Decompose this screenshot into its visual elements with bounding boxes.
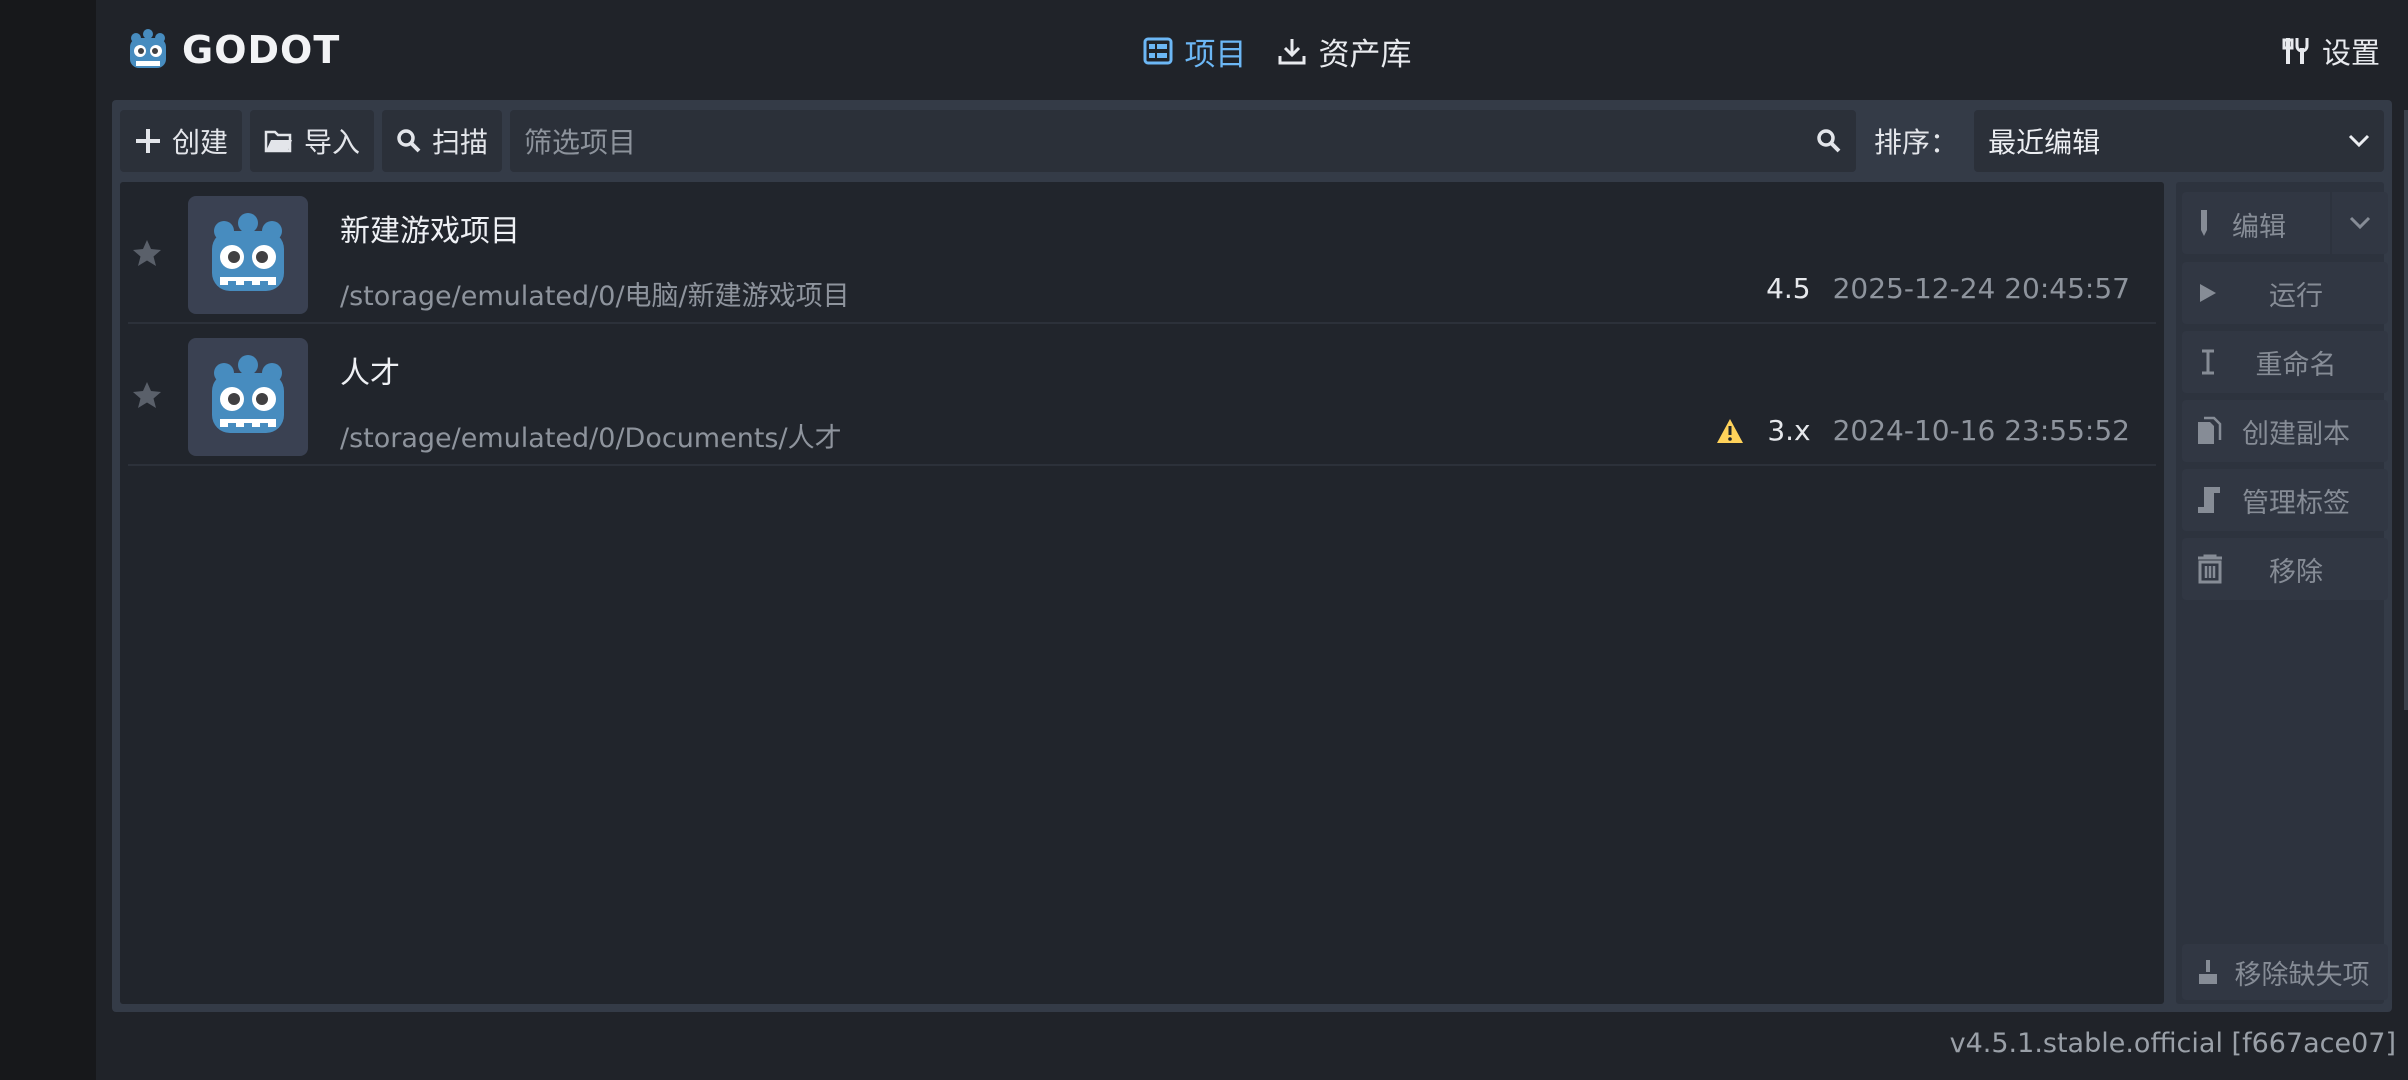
version-label: v4.5.1.stable.official [f667ace07]: [1949, 1028, 2396, 1059]
run-label: 运行: [2269, 280, 2323, 312]
download-icon: [1278, 39, 1305, 65]
tab-projects[interactable]: 项目: [1143, 29, 1247, 74]
search-icon: [397, 129, 421, 153]
project-version: 4.5: [1766, 272, 1811, 305]
sort-select[interactable]: 最近编辑: [1974, 110, 2384, 172]
manage-tags-label: 管理标签: [2242, 487, 2350, 519]
create-label: 创建: [172, 126, 229, 159]
warning-icon: [1717, 418, 1744, 443]
scan-button[interactable]: 扫描: [382, 110, 503, 172]
plus-icon: [136, 129, 160, 153]
rename-button[interactable]: 重命名: [2182, 331, 2388, 393]
project-name: 人才: [340, 356, 400, 391]
manage-tags-button[interactable]: 管理标签: [2182, 469, 2388, 531]
run-button[interactable]: 运行: [2182, 262, 2388, 324]
import-button[interactable]: 导入: [250, 110, 375, 172]
project-list: 新建游戏项目 /storage/emulated/0/电脑/新建游戏项目 4.5…: [120, 182, 2164, 1004]
list-item[interactable]: 新建游戏项目 /storage/emulated/0/电脑/新建游戏项目 4.5…: [128, 182, 2156, 324]
duplicate-label: 创建副本: [2242, 418, 2350, 450]
project-actions-sidebar: 编辑 运行 重命名 创建副本 管理标签 移除 移除缺失项: [2176, 182, 2388, 1004]
tab-asset-library[interactable]: 资产库: [1277, 29, 1412, 74]
edit-label: 编辑: [2232, 212, 2286, 243]
project-icon: [188, 338, 308, 456]
godot-icon: [212, 213, 284, 291]
tab-projects-label: 项目: [1184, 36, 1247, 73]
filter-placeholder: 筛选项目: [524, 126, 637, 159]
folder-icon: [264, 130, 293, 153]
edit-button[interactable]: 编辑: [2182, 192, 2330, 254]
project-meta: 4.5 2025-12-24 20:45:57: [1766, 272, 2130, 305]
sort-value: 最近编辑: [1988, 126, 2101, 159]
remove-label: 移除: [2269, 556, 2323, 588]
project-date: 2025-12-24 20:45:57: [1832, 272, 2130, 305]
search-icon: [1817, 129, 1841, 153]
left-margin: [0, 0, 96, 1080]
main-tabs: 项目 资产库: [96, 26, 2408, 76]
projects-panel: 创建 导入 扫描 筛选项目 排序： 最近编辑 新建游戏项目 /storage/e…: [112, 100, 2392, 1012]
project-manager: GODOT 项目 资产库 设置 创建 导入 扫描 筛选项目 排序： 最近编辑 新…: [96, 0, 2408, 1080]
chevron-down-icon: [2348, 134, 2370, 148]
scrollbar[interactable]: [2404, 110, 2408, 710]
scan-label: 扫描: [432, 126, 489, 159]
project-list-icon: [1143, 37, 1172, 65]
project-version: 3.x: [1767, 414, 1811, 447]
godot-icon: [212, 355, 284, 433]
star-icon[interactable]: [132, 238, 162, 268]
toolbar: 创建 导入 扫描 筛选项目 排序： 最近编辑: [120, 110, 2384, 172]
edit-dropdown-button[interactable]: [2332, 192, 2388, 254]
import-label: 导入: [304, 126, 361, 159]
project-path: /storage/emulated/0/Documents/人才: [340, 423, 842, 454]
settings-button[interactable]: 设置: [2282, 26, 2380, 76]
chevron-down-icon: [2349, 216, 2371, 230]
tools-icon: [2282, 38, 2309, 64]
edit-split-button: 编辑: [2182, 192, 2388, 254]
project-path: /storage/emulated/0/电脑/新建游戏项目: [340, 281, 850, 312]
project-date: 2024-10-16 23:55:52: [1832, 414, 2130, 447]
duplicate-button[interactable]: 创建副本: [2182, 400, 2388, 462]
settings-label: 设置: [2321, 36, 2380, 70]
remove-missing-label: 移除缺失项: [2234, 959, 2370, 991]
title-bar: GODOT 项目 资产库 设置: [96, 0, 2408, 100]
project-icon: [188, 196, 308, 314]
remove-button[interactable]: 移除: [2182, 538, 2388, 600]
tab-asset-library-label: 资产库: [1318, 36, 1412, 73]
pencil-icon: [2201, 210, 2207, 236]
project-name: 新建游戏项目: [340, 214, 520, 249]
sort-label: 排序：: [1874, 126, 1959, 159]
create-button[interactable]: 创建: [120, 110, 243, 172]
project-meta: 3.x 2024-10-16 23:55:52: [1715, 414, 2130, 447]
remove-missing-button[interactable]: 移除缺失项: [2182, 944, 2388, 1000]
list-item[interactable]: 人才 /storage/emulated/0/Documents/人才 3.x …: [128, 324, 2156, 466]
filter-input[interactable]: 筛选项目: [510, 110, 1857, 172]
rename-label: 重命名: [2255, 349, 2337, 381]
star-icon[interactable]: [132, 380, 162, 410]
